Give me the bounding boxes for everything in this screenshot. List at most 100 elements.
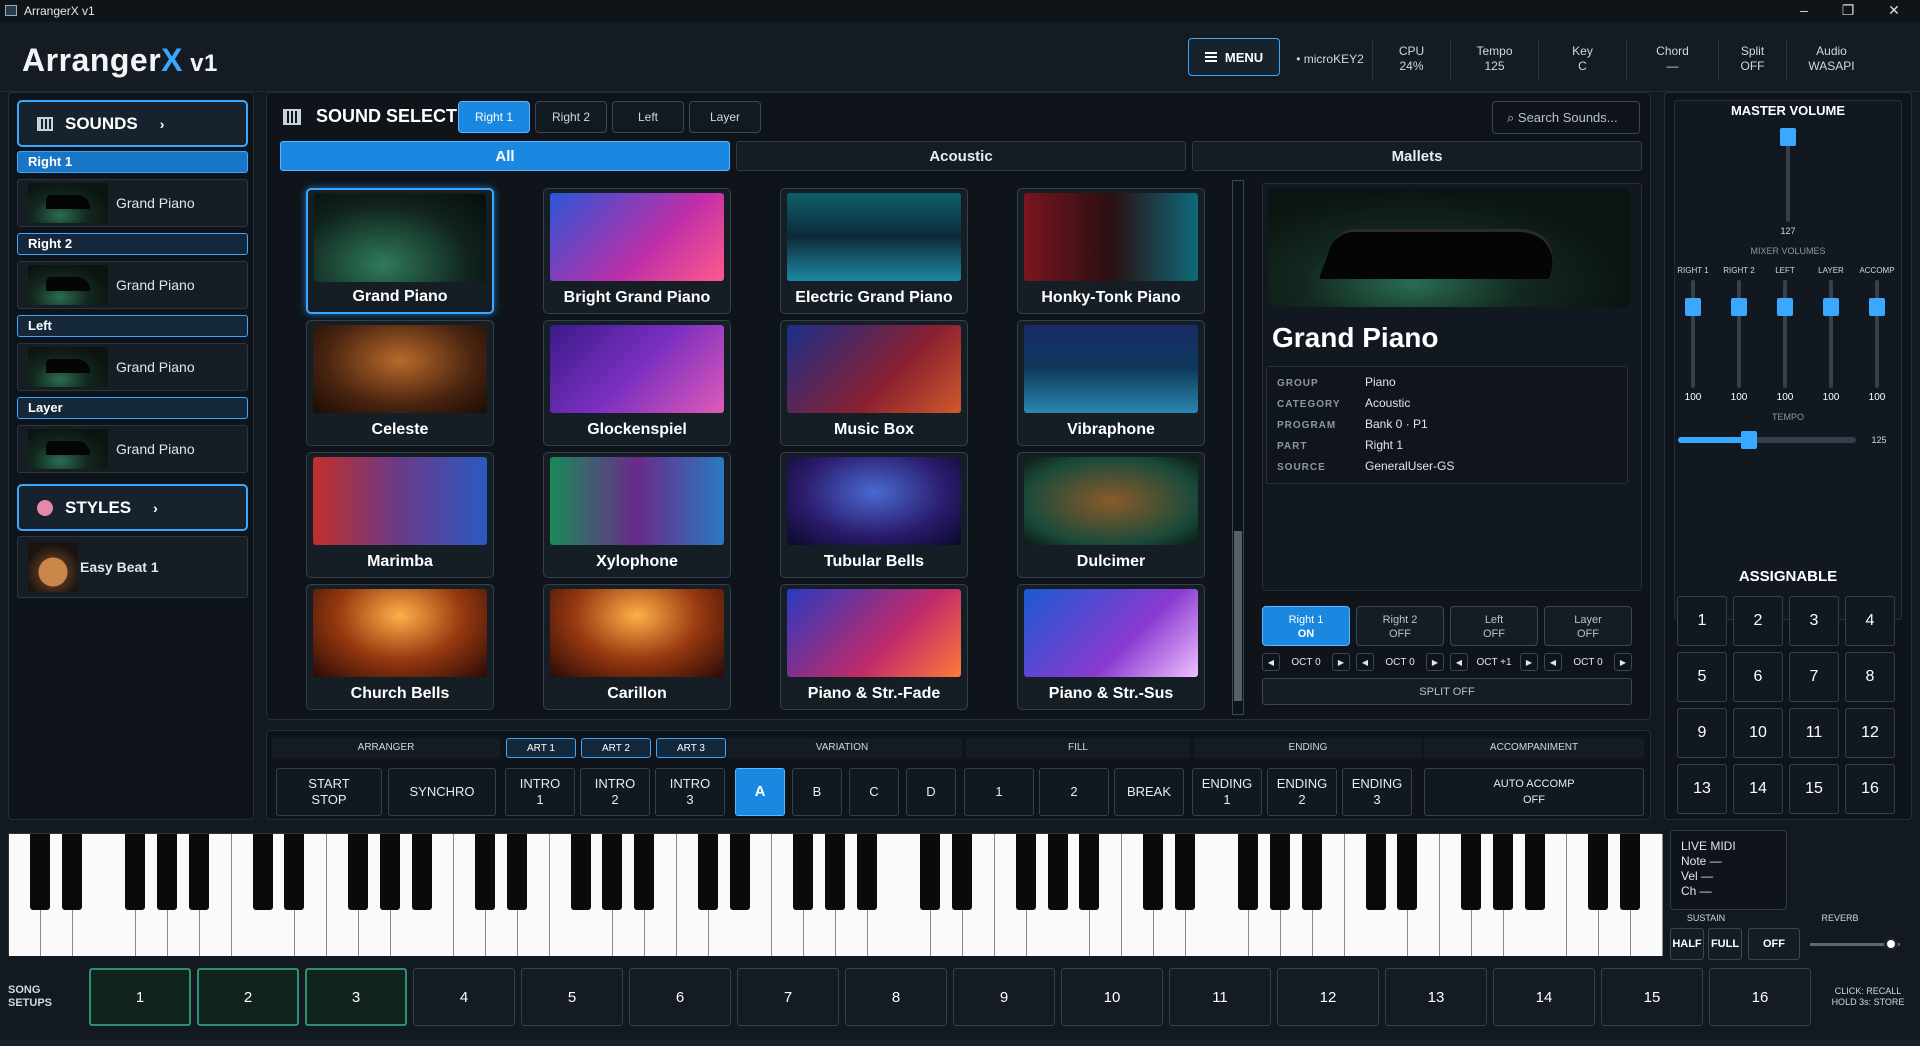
octave-up-icon[interactable]: ▶ (1332, 653, 1350, 671)
assignable-button[interactable]: 1 (1677, 596, 1727, 646)
octave-down-icon[interactable]: ◀ (1450, 653, 1468, 671)
filter-tab-mallets[interactable]: Mallets (1192, 141, 1642, 171)
black-key[interactable] (1461, 834, 1481, 910)
black-key[interactable] (284, 834, 305, 910)
assignable-button[interactable]: 3 (1789, 596, 1839, 646)
song-setup-button[interactable]: 3 (305, 968, 407, 1026)
tempo-track[interactable] (1678, 437, 1856, 443)
part-tab-layer[interactable]: Layer (689, 101, 761, 133)
black-key[interactable] (697, 834, 718, 910)
part-sound-slot[interactable]: Grand Piano (17, 343, 248, 391)
octave-down-icon[interactable]: ◀ (1356, 653, 1374, 671)
black-key[interactable] (1302, 834, 1322, 910)
sustain-half-button[interactable]: HALF (1670, 928, 1704, 960)
sound-tile[interactable]: Glockenspiel (543, 320, 731, 446)
black-key[interactable] (1047, 834, 1068, 910)
black-key[interactable] (856, 834, 877, 910)
black-key[interactable] (1524, 834, 1545, 910)
black-key[interactable] (825, 834, 845, 910)
maximize-button[interactable]: ❐ (1828, 2, 1868, 19)
song-setup-button[interactable]: 15 (1601, 968, 1703, 1026)
sound-tile[interactable]: Grand Piano (306, 188, 494, 314)
ending-button[interactable]: ENDING 3 (1342, 768, 1412, 816)
auto-accomp-button[interactable]: AUTO ACCOMP OFF (1424, 768, 1644, 816)
black-key[interactable] (1365, 834, 1386, 910)
song-setup-button[interactable]: 6 (629, 968, 731, 1026)
octave-up-icon[interactable]: ▶ (1614, 653, 1632, 671)
assignable-button[interactable]: 10 (1733, 708, 1783, 758)
song-setup-button[interactable]: 4 (413, 968, 515, 1026)
part-label-right-2[interactable]: Right 2 (17, 233, 248, 255)
sound-tile[interactable]: Music Box (780, 320, 968, 446)
black-key[interactable] (507, 834, 527, 910)
intro-button[interactable]: INTRO 3 (655, 768, 725, 816)
black-key[interactable] (570, 834, 591, 910)
part-label-right-1[interactable]: Right 1 (17, 151, 248, 173)
black-key[interactable] (1238, 834, 1259, 910)
part-toggle-right-1[interactable]: Right 1 ON (1262, 606, 1350, 646)
black-key[interactable] (1143, 834, 1163, 910)
black-key[interactable] (1270, 834, 1291, 910)
mixer-channel-thumb[interactable] (1685, 298, 1701, 316)
assignable-button[interactable]: 13 (1677, 764, 1727, 814)
song-setup-button[interactable]: 9 (953, 968, 1055, 1026)
sound-tile[interactable]: Honky-Tonk Piano (1017, 188, 1205, 314)
black-key[interactable] (125, 834, 146, 910)
song-setup-button[interactable]: 1 (89, 968, 191, 1026)
sound-tile[interactable]: Electric Grand Piano (780, 188, 968, 314)
song-setup-button[interactable]: 12 (1277, 968, 1379, 1026)
sound-tile[interactable]: Xylophone (543, 452, 731, 578)
sound-tile[interactable]: Tubular Bells (780, 452, 968, 578)
song-setup-button[interactable]: 13 (1385, 968, 1487, 1026)
black-key[interactable] (1015, 834, 1036, 910)
mixer-channel-thumb[interactable] (1823, 298, 1839, 316)
black-key[interactable] (952, 834, 973, 910)
assignable-button[interactable]: 5 (1677, 652, 1727, 702)
part-toggle-left[interactable]: Left OFF (1450, 606, 1538, 646)
ending-button[interactable]: ENDING 2 (1267, 768, 1337, 816)
assignable-button[interactable]: 9 (1677, 708, 1727, 758)
tempo-thumb[interactable] (1741, 431, 1758, 449)
variation-button-b[interactable]: B (792, 768, 842, 816)
styles-category-button[interactable]: STYLES › (17, 484, 248, 531)
master-volume-thumb[interactable] (1780, 128, 1796, 146)
sound-tile[interactable]: Marimba (306, 452, 494, 578)
sound-tile[interactable]: Carillon (543, 584, 731, 710)
assignable-button[interactable]: 8 (1845, 652, 1895, 702)
part-sound-slot[interactable]: Grand Piano (17, 179, 248, 227)
black-key[interactable] (1174, 834, 1195, 910)
piano-keyboard[interactable] (8, 833, 1663, 956)
song-setup-button[interactable]: 14 (1493, 968, 1595, 1026)
part-tab-right-2[interactable]: Right 2 (535, 101, 607, 133)
mixer-channel-track[interactable] (1691, 280, 1695, 388)
variation-button-c[interactable]: C (849, 768, 899, 816)
part-tab-left[interactable]: Left (612, 101, 684, 133)
part-toggle-right-2[interactable]: Right 2 OFF (1356, 606, 1444, 646)
close-button[interactable]: ✕ (1874, 2, 1914, 19)
black-key[interactable] (634, 834, 655, 910)
variation-button-d[interactable]: D (906, 768, 956, 816)
filter-tab-acoustic[interactable]: Acoustic (736, 141, 1186, 171)
intro-button[interactable]: INTRO 2 (580, 768, 650, 816)
black-key[interactable] (348, 834, 368, 910)
art-button[interactable]: ART 1 (506, 738, 576, 758)
art-button[interactable]: ART 2 (581, 738, 651, 758)
black-key[interactable] (602, 834, 623, 910)
black-key[interactable] (157, 834, 178, 910)
song-setup-button[interactable]: 11 (1169, 968, 1271, 1026)
search-sounds-input[interactable]: ⌕ Search Sounds... (1492, 101, 1640, 134)
variation-button-a[interactable]: A (735, 768, 785, 816)
octave-up-icon[interactable]: ▶ (1426, 653, 1444, 671)
black-key[interactable] (61, 834, 82, 910)
part-sound-slot[interactable]: Grand Piano (17, 425, 248, 473)
mixer-channel-thumb[interactable] (1869, 298, 1885, 316)
menu-button[interactable]: MENU (1188, 38, 1280, 76)
black-key[interactable] (411, 834, 432, 910)
start-stop-button[interactable]: START STOP (276, 768, 382, 816)
tile-scrollbar[interactable] (1232, 180, 1244, 715)
mixer-channel-track[interactable] (1829, 280, 1833, 388)
intro-button[interactable]: INTRO 1 (505, 768, 575, 816)
sound-tile[interactable]: Church Bells (306, 584, 494, 710)
black-key[interactable] (475, 834, 496, 910)
mixer-channel-track[interactable] (1875, 280, 1879, 388)
